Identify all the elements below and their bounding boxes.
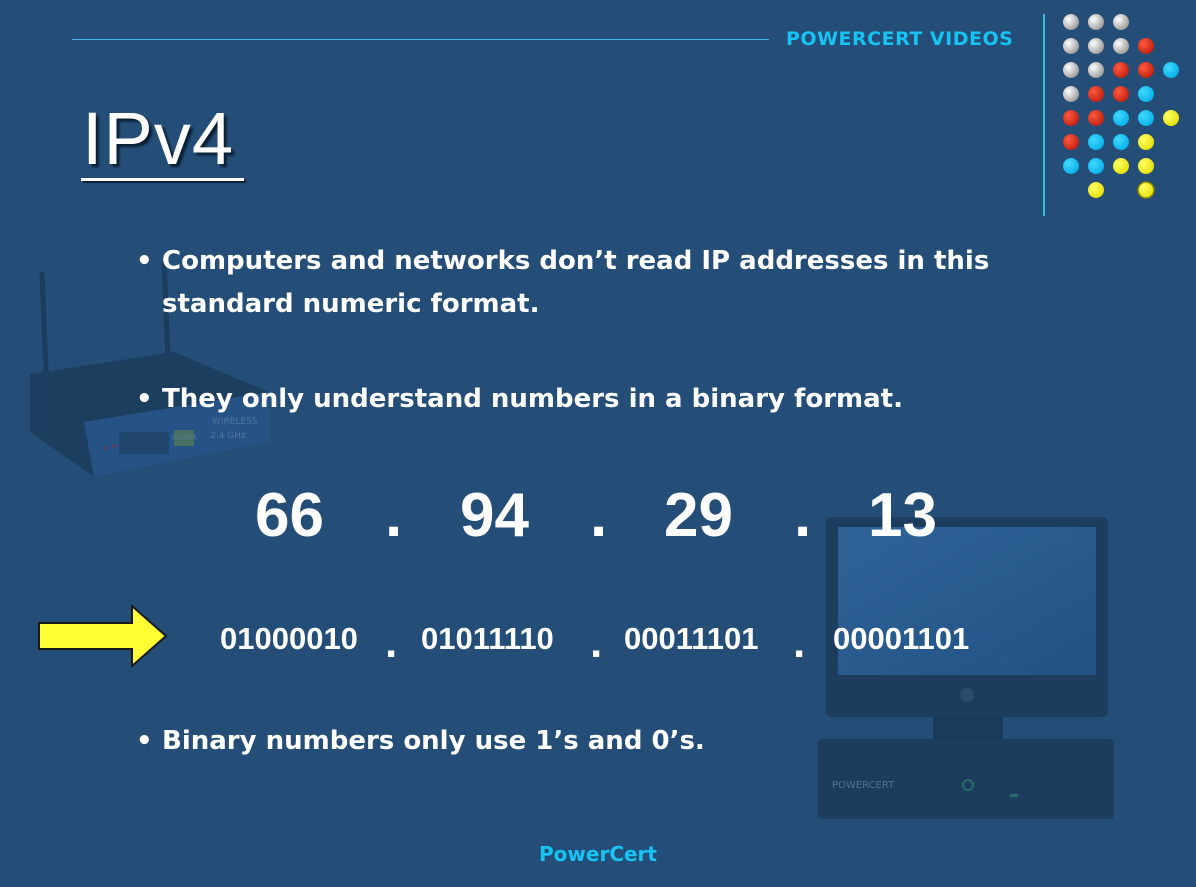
computer-image: POWERCERT	[818, 517, 1114, 819]
dot-row-3	[1063, 62, 1179, 78]
binary-separator: .	[385, 618, 398, 667]
router-band-text: 2.4 GHz	[210, 431, 246, 441]
dot-row-8	[1088, 181, 1155, 199]
binary-octet-3: 00011101	[624, 621, 759, 656]
decimal-octet-3: 29	[664, 481, 733, 550]
dot-row-1	[1063, 14, 1129, 30]
dot-row-2	[1063, 38, 1154, 54]
binary-octet-1: 01000010	[220, 621, 358, 656]
binary-separator: .	[590, 618, 603, 667]
slide: WIRELESS 2.4 GHz ROUTER POWERCERT POWERC…	[0, 0, 1196, 887]
computer-brand-text: POWERCERT	[832, 780, 895, 791]
bullet-item-2: • They only understand numbers in a bina…	[136, 378, 1062, 421]
dot-row-5	[1063, 110, 1179, 126]
title-underline	[81, 178, 244, 181]
router-mode-text: ROUTER	[172, 435, 197, 442]
arrow-right-icon	[38, 604, 168, 668]
bullet-dot-icon: •	[136, 384, 153, 414]
decimal-separator: .	[794, 481, 812, 550]
binary-octet-2: 01011110	[421, 621, 554, 656]
bullet-text: They only understand numbers in a binary…	[162, 384, 903, 414]
dot-row-4	[1063, 86, 1154, 102]
dot-row-6	[1063, 134, 1154, 150]
bullet-text: Computers and networks don’t read IP add…	[162, 246, 990, 319]
decimal-octet-4: 13	[868, 481, 937, 550]
decimal-octet-1: 66	[255, 481, 324, 550]
bullet-item-1: • Computers and networks don’t read IP a…	[136, 240, 1062, 326]
decimal-octet-2: 94	[460, 481, 529, 550]
dot-row-7	[1063, 158, 1154, 174]
bullet-dot-icon: •	[136, 246, 153, 276]
slide-title: IPv4	[82, 97, 235, 180]
decimal-separator: .	[590, 481, 608, 550]
bullet-text: Binary numbers only use 1’s and 0’s.	[162, 726, 705, 756]
bullet-dot-icon: •	[136, 726, 153, 756]
binary-separator: .	[793, 618, 806, 667]
bullet-item-3: • Binary numbers only use 1’s and 0’s.	[136, 720, 1062, 763]
footer-brand: PowerCert	[539, 842, 657, 866]
binary-octet-4: 00001101	[833, 621, 970, 656]
decimal-separator: .	[385, 481, 403, 550]
